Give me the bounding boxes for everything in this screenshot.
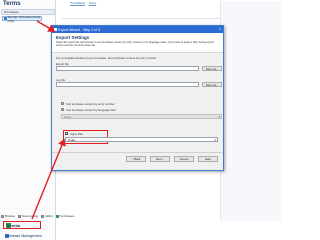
- sort-by-language-radio[interactable]: [61, 108, 64, 111]
- workspace-tabs: Terms/Defn Entry: [70, 1, 100, 6]
- apply-filter-checkbox[interactable]: ✓: [65, 132, 69, 136]
- tab-browse-label: Browse: [5, 214, 16, 218]
- tab-source-lang[interactable]: Source-lang: [18, 214, 38, 218]
- filter-select-value: Today: [68, 137, 76, 142]
- tab-hitlist[interactable]: Hitlist: [41, 214, 53, 218]
- sort-by-language-label: Sort termbase content by language field: [66, 108, 116, 112]
- export-file-input[interactable]: [56, 66, 199, 71]
- dialog-titlebar[interactable]: Export Wizard - Step 3 of 5 ×: [52, 26, 223, 33]
- termbase-icon: [4, 17, 7, 20]
- export-settings-description: Select the export file and choose to sor…: [56, 41, 215, 48]
- next-button[interactable]: Next >: [150, 156, 170, 162]
- tab-browse[interactable]: Browse: [1, 214, 15, 218]
- language-field-value: Notes: [64, 114, 72, 119]
- export-save-as-button[interactable]: Save As...: [202, 66, 222, 71]
- footer-divider: [52, 152, 223, 153]
- tab-terms-defn[interactable]: Terms/Defn: [70, 1, 86, 6]
- workspace-divider: [62, 18, 220, 19]
- dialog-banner: Export Settings Select the export file a…: [52, 33, 223, 53]
- apply-filter-label: Apply filter: [70, 132, 84, 136]
- back-button[interactable]: < Back: [126, 156, 146, 162]
- sort-by-entry-radio[interactable]: [61, 102, 64, 105]
- termbases-nav-button[interactable]: Termba: [3, 221, 41, 229]
- termbase-management-label: Termbase Management: [5, 233, 42, 238]
- termbase-management-button[interactable]: Termbase Management: [3, 232, 58, 239]
- tab-entry[interactable]: Entry: [89, 1, 97, 6]
- workspace-right-panel: [220, 1, 281, 221]
- tab-termbases[interactable]: Termbases: [55, 214, 75, 218]
- log-file-input[interactable]: [56, 82, 199, 87]
- termbase-tree-item[interactable]: Sample Termbase (read-only): [2, 14, 42, 23]
- filter-select[interactable]: Today ▾: [65, 137, 218, 142]
- chevron-down-icon: ▾: [214, 138, 216, 142]
- help-button[interactable]: Help: [198, 156, 218, 162]
- app-icon: [54, 28, 57, 31]
- view-tabs: Browse Source-lang Hitlist Termbases: [0, 213, 96, 219]
- cancel-button[interactable]: Cancel: [174, 156, 194, 162]
- tab-source-lang-label: Source-lang: [22, 214, 39, 218]
- search-icon: [18, 214, 22, 218]
- language-field-select[interactable]: Notes ▾: [61, 114, 222, 119]
- export-settings-heading: Export Settings: [56, 35, 90, 40]
- sort-by-entry-label: Sort termbase content by entry number: [66, 102, 115, 106]
- log-save-as-button[interactable]: Save As...: [202, 82, 222, 87]
- close-icon[interactable]: ×: [219, 27, 221, 31]
- termbases-nav-label: Termba: [6, 222, 21, 228]
- termbase-tab-icon: [55, 214, 59, 218]
- list-icon: [41, 214, 45, 218]
- chevron-down-icon: ▾: [218, 115, 220, 119]
- backup-note: For a complete backup of your termbase, …: [56, 56, 157, 60]
- navigation-pane: Terms Termbases Sample Termbase (read-on…: [0, 0, 74, 240]
- pane-title: Terms: [3, 1, 21, 7]
- browse-icon: [1, 214, 4, 218]
- tab-termbases-label: Termbases: [59, 214, 75, 218]
- dialog-title: Export Wizard - Step 3 of 5: [58, 27, 101, 32]
- tab-hitlist-label: Hitlist: [45, 214, 53, 218]
- termbase-name: Sample Termbase (read-only): [7, 14, 41, 23]
- export-wizard-dialog: Export Wizard - Step 3 of 5 × Export Set…: [51, 25, 224, 171]
